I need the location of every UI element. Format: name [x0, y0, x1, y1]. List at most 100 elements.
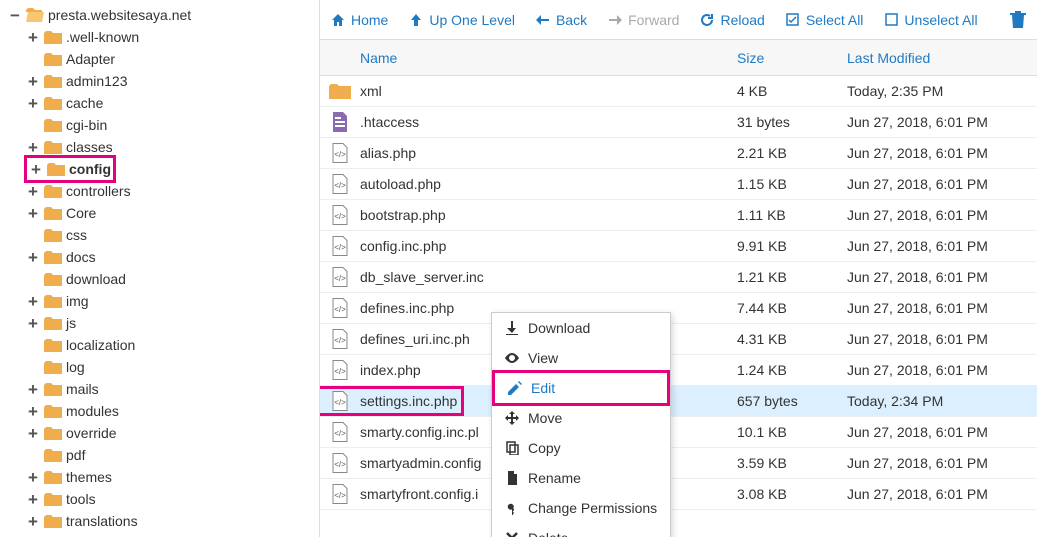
expand-icon[interactable]: +	[26, 30, 40, 44]
expand-icon[interactable]: +	[26, 470, 40, 484]
ctx-perm[interactable]: Change Permissions	[492, 493, 670, 523]
file-row[interactable]: </>smartyfront.config.i3.08 KBJun 27, 20…	[320, 479, 1037, 510]
context-menu[interactable]: DownloadViewEdit Move Copy RenameChange Per…	[491, 312, 671, 537]
file-row[interactable]: </>smarty.config.inc.pl10.1 KBJun 27, 20…	[320, 417, 1037, 448]
expand-icon[interactable]: +	[26, 404, 40, 418]
file-name: alias.php	[360, 145, 737, 161]
tree-item-log[interactable]: +log	[18, 356, 319, 378]
home-icon	[330, 12, 346, 28]
expand-icon[interactable]: +	[26, 492, 40, 506]
tree-item-img[interactable]: +img	[18, 290, 319, 312]
expand-icon[interactable]: +	[26, 74, 40, 88]
collapse-icon[interactable]: −	[8, 8, 22, 22]
file-row[interactable]: </>index.php1.24 KBJun 27, 2018, 6:01 PM	[320, 355, 1037, 386]
file-list[interactable]: xml4 KBToday, 2:35 PM.htaccess31 bytesJu…	[320, 76, 1037, 537]
ctx-label: Copy	[528, 440, 561, 456]
tree-item-label: download	[66, 271, 126, 287]
tree-item-cache[interactable]: + cache	[18, 92, 319, 114]
select-all-button[interactable]: Select All	[785, 12, 864, 28]
tree-item-admin123[interactable]: +admin123	[18, 70, 319, 92]
back-button[interactable]: Back	[535, 12, 587, 28]
file-modified: Jun 27, 2018, 6:01 PM	[847, 114, 1037, 130]
tree-item-label: controllers	[66, 183, 131, 199]
tree-root[interactable]: − presta.websitesaya.net	[0, 4, 319, 26]
file-row[interactable]: </>settings.inc.php657 bytesToday, 2:34 …	[320, 386, 1037, 417]
home-button[interactable]: Home	[330, 12, 388, 28]
file-row[interactable]: </>autoload.php1.15 KBJun 27, 2018, 6:01…	[320, 169, 1037, 200]
expand-icon[interactable]: +	[26, 514, 40, 528]
tree-item-mails[interactable]: +mails	[18, 378, 319, 400]
file-size: 9.91 KB	[737, 238, 847, 254]
unselect-all-button[interactable]: Unselect All	[883, 12, 977, 28]
ctx-delete[interactable]: Delete	[492, 523, 670, 537]
file-row[interactable]: </>defines_uri.inc.ph4.31 KBJun 27, 2018…	[320, 324, 1037, 355]
file-icon: </>	[320, 205, 360, 225]
file-row[interactable]: </>alias.php2.21 KBJun 27, 2018, 6:01 PM	[320, 138, 1037, 169]
header-size[interactable]: Size	[737, 50, 847, 66]
expand-icon[interactable]: +	[29, 162, 43, 176]
file-row[interactable]: xml4 KBToday, 2:35 PM	[320, 76, 1037, 107]
file-row[interactable]: </>bootstrap.php1.11 KBJun 27, 2018, 6:0…	[320, 200, 1037, 231]
folder-icon	[44, 228, 62, 242]
tree-item-docs[interactable]: +docs	[18, 246, 319, 268]
expand-icon[interactable]: +	[26, 206, 40, 220]
file-modified: Jun 27, 2018, 6:01 PM	[847, 455, 1037, 471]
ctx-view[interactable]: View	[492, 343, 670, 373]
file-size: 2.21 KB	[737, 145, 847, 161]
ctx-label: Move	[528, 410, 562, 426]
trash-icon	[1009, 11, 1027, 29]
tree-item-Core[interactable]: +Core	[18, 202, 319, 224]
expand-icon[interactable]: +	[26, 426, 40, 440]
tree-item-modules[interactable]: +modules	[18, 400, 319, 422]
file-row[interactable]: </>smartyadmin.config3.59 KBJun 27, 2018…	[320, 448, 1037, 479]
tree-item-themes[interactable]: +themes	[18, 466, 319, 488]
file-size: 1.24 KB	[737, 362, 847, 378]
file-row[interactable]: </>config.inc.php9.91 KBJun 27, 2018, 6:…	[320, 231, 1037, 262]
svg-text:</>: </>	[334, 274, 346, 283]
tree-item-cgibin[interactable]: +cgi-bin	[18, 114, 319, 136]
tree-item-label: config	[69, 161, 111, 177]
tree-item-Adapter[interactable]: +Adapter	[18, 48, 319, 70]
forward-label: Forward	[628, 12, 679, 28]
file-modified: Today, 2:35 PM	[847, 83, 1037, 99]
file-size: 3.59 KB	[737, 455, 847, 471]
expand-icon[interactable]: +	[26, 140, 40, 154]
ctx-rename[interactable]: Rename	[492, 463, 670, 493]
up-button[interactable]: Up One Level	[408, 12, 515, 28]
tree-item-label: cache	[66, 95, 103, 111]
ctx-copy[interactable]: Copy	[492, 433, 670, 463]
tree-item-translations[interactable]: +translations	[18, 510, 319, 532]
tree-item-controllers[interactable]: + controllers	[18, 180, 319, 202]
ctx-download[interactable]: Download	[492, 313, 670, 343]
expand-icon[interactable]: +	[26, 96, 40, 110]
reload-button[interactable]: Reload	[699, 12, 764, 28]
ctx-move[interactable]: Move	[492, 403, 670, 433]
tree-item-pdf[interactable]: +pdf	[18, 444, 319, 466]
tree-item-css[interactable]: +css	[18, 224, 319, 246]
tree-item-download[interactable]: +download	[18, 268, 319, 290]
file-modified: Jun 27, 2018, 6:01 PM	[847, 300, 1037, 316]
file-row[interactable]: .htaccess31 bytesJun 27, 2018, 6:01 PM	[320, 107, 1037, 138]
svg-text:</>: </>	[334, 181, 346, 190]
tree-item-wellknown[interactable]: +.well-known	[18, 26, 319, 48]
expand-icon[interactable]: +	[26, 316, 40, 330]
folder-icon	[320, 83, 360, 99]
expand-icon[interactable]: +	[26, 184, 40, 198]
expand-icon[interactable]: +	[26, 382, 40, 396]
tree-item-js[interactable]: +js	[18, 312, 319, 334]
trash-button[interactable]	[1009, 11, 1027, 29]
tree-item-config[interactable]: + config	[18, 158, 319, 180]
file-modified: Jun 27, 2018, 6:01 PM	[847, 176, 1037, 192]
ctx-edit[interactable]: Edit	[492, 370, 670, 406]
tree-item-override[interactable]: +override	[18, 422, 319, 444]
file-row[interactable]: </>defines.inc.php7.44 KBJun 27, 2018, 6…	[320, 293, 1037, 324]
tree-item-tools[interactable]: +tools	[18, 488, 319, 510]
tree-item-label: css	[66, 227, 87, 243]
expand-icon[interactable]: +	[26, 250, 40, 264]
expand-icon[interactable]: +	[26, 294, 40, 308]
folder-tree[interactable]: − presta.websitesaya.net +.well-known+Ad…	[0, 0, 320, 537]
header-modified[interactable]: Last Modified	[847, 50, 1037, 66]
header-name[interactable]: Name	[320, 50, 737, 66]
file-row[interactable]: </>db_slave_server.inc1.21 KBJun 27, 201…	[320, 262, 1037, 293]
tree-item-localization[interactable]: +localization	[18, 334, 319, 356]
